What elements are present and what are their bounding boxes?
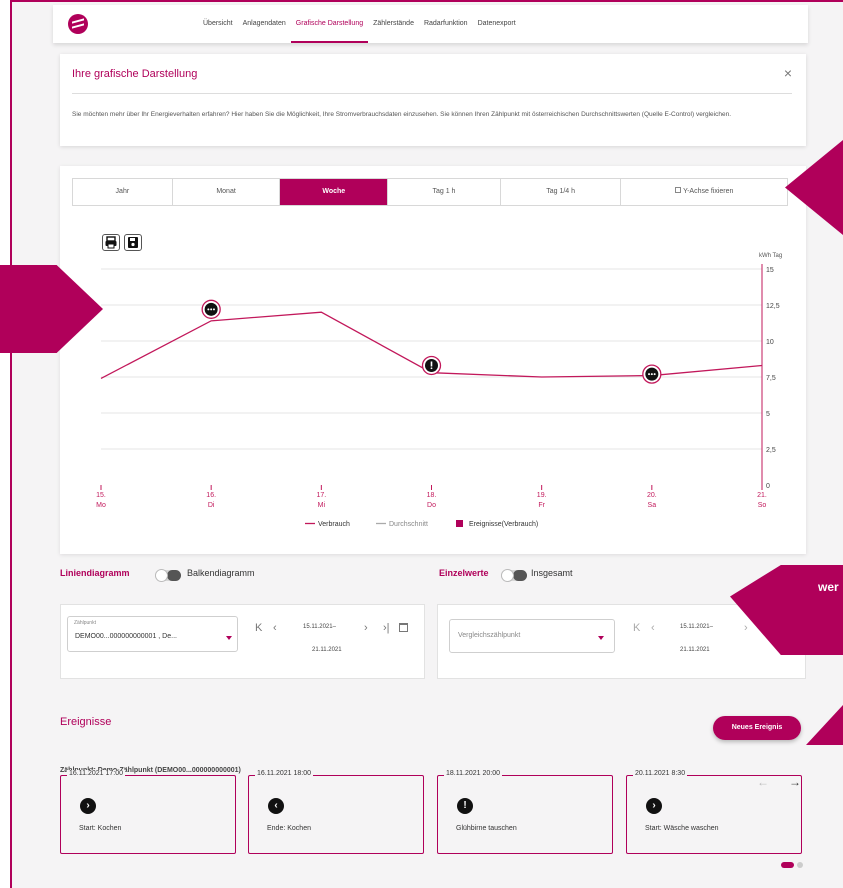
- toggle-liniendiagramm-label[interactable]: Liniendiagramm: [60, 568, 130, 578]
- chevron-right-icon: ›: [646, 798, 662, 814]
- frame-border-left: [10, 0, 12, 888]
- carousel-dot-active[interactable]: [781, 862, 794, 868]
- date-range-end: 21.11.2021: [312, 647, 342, 653]
- date-range-start: 15.11.2021–: [303, 624, 336, 630]
- toggle-einzelwerte-label[interactable]: Einzelwerte: [439, 568, 489, 578]
- event-date: 18.11.2021 20:00: [444, 770, 502, 777]
- switch-track: [513, 570, 527, 581]
- first-page-icon[interactable]: K: [255, 622, 262, 634]
- event-date: 20.11.2021 8:30: [633, 770, 688, 777]
- period-tabs: Jahr Monat Woche Tag 1 h Tag 1/4 h Y-Ach…: [72, 178, 788, 206]
- event-date: 16.11.2021 17:00: [67, 770, 125, 777]
- printer-icon: [105, 236, 117, 249]
- chevron-right-icon: ›: [80, 798, 96, 814]
- compare-date-end: 21.11.2021: [680, 647, 710, 653]
- chart-type-switch[interactable]: [155, 569, 181, 582]
- nav-item-anlagendaten[interactable]: Anlagendaten: [238, 5, 291, 43]
- chevron-left-icon: ‹: [268, 798, 284, 814]
- nav-items: Übersicht Anlagendaten Grafische Darstel…: [198, 5, 521, 43]
- tab-monat[interactable]: Monat: [173, 179, 281, 205]
- nav-item-datenexport[interactable]: Datenexport: [473, 5, 521, 43]
- carousel-dot[interactable]: [797, 862, 803, 868]
- nav-item-uebersicht[interactable]: Übersicht: [198, 5, 238, 43]
- event-date: 16.11.2021 18:00: [255, 770, 313, 777]
- event-card[interactable]: 18.11.2021 20:00 ! Glühbirne tauschen: [437, 770, 613, 854]
- frame-border-top: [10, 0, 843, 2]
- exclamation-icon: !: [457, 798, 473, 814]
- toggle-insgesamt-label[interactable]: Insgesamt: [531, 568, 573, 578]
- event-card[interactable]: 16.11.2021 18:00 ‹ Ende: Kochen: [248, 770, 424, 854]
- chevron-down-icon: [226, 636, 232, 640]
- tab-jahr[interactable]: Jahr: [73, 179, 173, 205]
- event-text: Start: Kochen: [79, 825, 122, 832]
- next-icon[interactable]: ›: [744, 622, 748, 634]
- tab-y-achse-fixieren[interactable]: Y-Achse fixieren: [621, 179, 787, 205]
- chevron-down-icon: [598, 636, 604, 640]
- switch-knob: [155, 569, 168, 582]
- nav-item-zaehlerstaende[interactable]: Zählerstände: [368, 5, 419, 43]
- y-axis-fix-label: Y-Achse fixieren: [683, 188, 734, 195]
- save-icon: [128, 237, 138, 248]
- close-icon[interactable]: ×: [784, 65, 792, 81]
- zaehlpunkt-selector-card: Zählpunkt DEMO00...000000000001 , De... …: [60, 604, 425, 679]
- vergleich-placeholder: Vergleichszählpunkt: [458, 632, 521, 639]
- info-text: Sie möchten mehr über Ihr Energieverhalt…: [72, 111, 732, 118]
- zaehlpunkt-value: DEMO00...000000000001 , De...: [75, 633, 177, 640]
- event-text: Start: Wäsche waschen: [645, 825, 719, 832]
- vergleichszaehlpunkt-select[interactable]: Vergleichszählpunkt: [449, 619, 615, 653]
- divider: [72, 93, 792, 94]
- event-card[interactable]: 20.11.2021 8:30 › Start: Wäsche waschen: [626, 770, 802, 854]
- tab-tag-quarter-h[interactable]: Tag 1/4 h: [501, 179, 622, 205]
- new-event-button[interactable]: Neues Ereignis: [713, 716, 801, 740]
- tab-tag-1h[interactable]: Tag 1 h: [388, 179, 501, 205]
- nav-item-radarfunktion[interactable]: Radarfunktion: [419, 5, 473, 43]
- event-text: Glühbirne tauschen: [456, 825, 517, 832]
- deco-text: wer: [818, 580, 839, 594]
- info-title: Ihre grafische Darstellung: [72, 68, 198, 80]
- calendar-icon[interactable]: [399, 623, 408, 632]
- compare-date-start: 15.11.2021–: [680, 624, 713, 630]
- logo-icon[interactable]: [68, 14, 88, 34]
- checkbox-icon[interactable]: [675, 187, 682, 194]
- prev-icon[interactable]: ‹: [651, 622, 655, 634]
- info-box: Ihre grafische Darstellung × Sie möchten…: [60, 54, 806, 146]
- prev-icon[interactable]: ‹: [273, 622, 277, 634]
- top-navigation: Übersicht Anlagendaten Grafische Darstel…: [53, 5, 808, 43]
- next-icon[interactable]: ›: [364, 622, 368, 634]
- switch-track: [167, 570, 181, 581]
- toggle-balkendiagramm-label[interactable]: Balkendiagramm: [187, 568, 255, 578]
- event-text: Ende: Kochen: [267, 825, 311, 832]
- events-title: Ereignisse: [60, 716, 112, 728]
- first-page-icon[interactable]: K: [633, 622, 640, 634]
- event-card[interactable]: 16.11.2021 17:00 › Start: Kochen: [60, 770, 236, 854]
- tab-woche[interactable]: Woche: [280, 179, 389, 205]
- zaehlpunkt-select[interactable]: Zählpunkt DEMO00...000000000001 , De...: [67, 616, 238, 652]
- save-button[interactable]: [124, 234, 142, 251]
- last-page-icon[interactable]: ›|: [383, 622, 390, 634]
- switch-knob: [501, 569, 514, 582]
- aggregation-switch[interactable]: [501, 569, 527, 582]
- chart-card: Jahr Monat Woche Tag 1 h Tag 1/4 h Y-Ach…: [60, 166, 806, 554]
- zaehlpunkt-small-label: Zählpunkt: [74, 620, 96, 626]
- print-button[interactable]: [102, 234, 120, 251]
- nav-item-grafische-darstellung[interactable]: Grafische Darstellung: [290, 5, 369, 43]
